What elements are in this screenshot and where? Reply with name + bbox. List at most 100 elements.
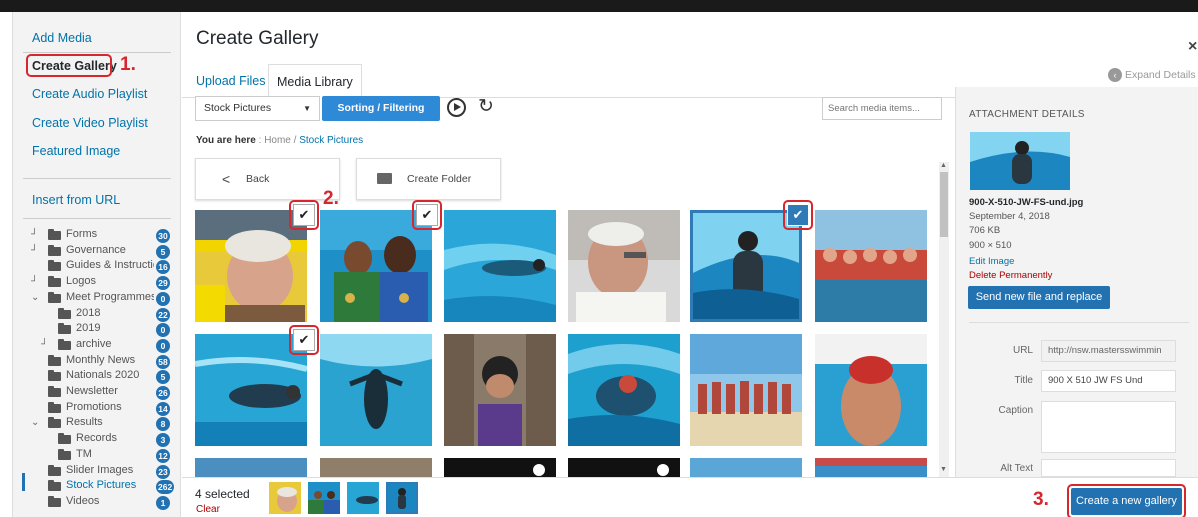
tab-media-library[interactable]: Media Library [268,64,362,98]
folder-tree-item[interactable]: ┘ Forms 30 [13,228,181,244]
menu-create-audio-playlist[interactable]: Create Audio Playlist [13,84,181,104]
folder-tree-item[interactable]: Slider Images 23 [13,464,181,480]
folder-count-badge: 0 [156,338,170,353]
media-item[interactable] [568,458,680,477]
collapse-toggle-icon[interactable]: ┘ [41,339,48,350]
folder-icon [48,386,61,397]
folder-icon [58,448,71,460]
folder-tree-item[interactable]: Videos 1 [13,495,181,511]
folder-tree-item[interactable]: Promotions 14 [13,401,181,417]
folder-tree-item[interactable]: ┘ Governance 5 [13,244,181,260]
delete-permanently-link[interactable]: Delete Permanently [969,270,1052,281]
back-button[interactable]: < Back [195,158,340,200]
collapse-toggle-icon[interactable]: ┘ [31,276,38,287]
collapse-toggle-icon[interactable]: ┘ [31,229,38,240]
annotation-step-3: 3. [1033,489,1049,510]
replace-file-button[interactable]: Send new file and replace [968,286,1110,309]
folder-label: Forms [66,228,98,240]
annotation-box-check [289,325,319,355]
chevron-down-icon[interactable]: ⌄ [31,292,39,303]
alt-text-field[interactable] [1041,459,1176,477]
folder-count-badge: 1 [156,495,170,510]
breadcrumb-current[interactable]: Stock Pictures [299,135,363,146]
media-item[interactable] [815,334,927,446]
folder-label: Logos [66,275,96,288]
media-item[interactable] [690,458,802,477]
folder-tree-item[interactable]: Monthly News 58 [13,354,181,370]
scroll-up-icon[interactable]: ▲ [940,162,947,169]
edit-image-link[interactable]: Edit Image [969,256,1014,267]
create-folder-button[interactable]: Create Folder [356,158,501,210]
folder-count-badge: 3 [156,433,170,448]
selected-thumb[interactable] [347,482,379,514]
annotation-box-check [412,200,442,230]
folder-tree-item[interactable]: Newsletter 26 [13,385,181,401]
expand-details[interactable]: ‹ Expand Details [1108,68,1196,82]
media-item[interactable] [444,334,556,446]
folder-tree-item[interactable]: ┘ Logos 29 [13,275,181,291]
collapse-toggle-icon[interactable]: ┘ [31,245,38,256]
media-item[interactable] [568,334,680,446]
scrollbar-thumb[interactable] [940,172,948,237]
folder-icon [48,370,61,382]
media-item[interactable] [815,458,927,477]
media-item[interactable] [444,210,556,322]
media-item[interactable] [690,334,802,446]
folder-count-badge: 58 [156,354,170,369]
media-item[interactable] [320,458,432,477]
search-input[interactable] [822,97,942,120]
folder-count-badge: 22 [156,307,170,322]
tab-upload-files[interactable]: Upload Files [188,64,273,98]
title-field[interactable]: 900 X 510 JW FS Und [1041,370,1176,392]
folder-tree-item[interactable]: Guides & Instructions16 [13,259,181,275]
folder-count-badge: 23 [156,464,170,479]
sorting-filtering-button[interactable]: Sorting / Filtering [322,96,440,121]
folder-tree-item[interactable]: 2019 0 [13,322,181,338]
folder-tree-item[interactable]: ┘ archive 0 [13,338,181,354]
caption-label: Caption [998,405,1033,416]
media-item[interactable] [195,458,307,477]
chevron-left-icon: < [222,171,231,187]
menu-insert-from-url[interactable]: Insert from URL [13,190,181,210]
folder-count-badge: 0 [156,323,170,338]
folder-count-badge: 5 [156,370,170,385]
folder-tree-item[interactable]: 2018 22 [13,307,181,323]
close-icon[interactable]: × [1188,38,1197,56]
folder-tree-item[interactable]: Stock Pictures 262 [13,479,181,495]
breadcrumb-home[interactable]: Home [264,135,291,146]
menu-create-video-playlist[interactable]: Create Video Playlist [13,113,181,133]
caption-field[interactable] [1041,401,1176,453]
menu-featured-image[interactable]: Featured Image [13,141,181,161]
folder-label: Meet Programmes [66,290,154,303]
chevron-down-icon[interactable]: ⌄ [31,417,39,428]
attachment-details-heading: ATTACHMENT DETAILS [969,109,1085,120]
folder-tree-item[interactable]: ⌄ Results 8 [13,416,181,432]
folder-tree-item[interactable]: TM 12 [13,448,181,464]
attachment-filename: 900-X-510-JW-FS-und.jpg [969,197,1084,208]
folder-tree-item[interactable]: Nationals 2020 5 [13,369,181,385]
play-icon[interactable] [447,98,466,117]
scroll-down-icon[interactable]: ▼ [940,466,947,473]
selected-thumb-active[interactable] [386,482,418,514]
menu-separator [23,178,171,179]
selected-thumb[interactable] [269,482,301,514]
folder-tree-item[interactable]: ⌄ Meet Programmes 0 [13,291,181,307]
media-item[interactable] [815,210,927,322]
media-item[interactable] [568,210,680,322]
create-folder-label: Create Folder [407,173,472,185]
folder-label: TM [76,447,92,460]
folder-select[interactable]: Stock Pictures ▼ [195,96,320,121]
menu-add-media[interactable]: Add Media [13,28,181,48]
clear-selection-link[interactable]: Clear [196,504,220,515]
folder-count-badge: 8 [156,417,170,432]
media-item[interactable] [444,458,556,477]
refresh-icon[interactable]: ↻ [478,95,494,118]
selected-thumb[interactable] [308,482,340,514]
title-label: Title [1014,375,1033,386]
media-item[interactable] [320,334,432,446]
url-field[interactable]: http://nsw.mastersswimmin [1041,340,1176,362]
folder-tree-item[interactable]: Records 3 [13,432,181,448]
grid-scrollbar[interactable]: ▲ ▼ [939,162,949,477]
folder-icon [48,244,61,256]
attachment-size: 706 KB [969,225,1001,236]
